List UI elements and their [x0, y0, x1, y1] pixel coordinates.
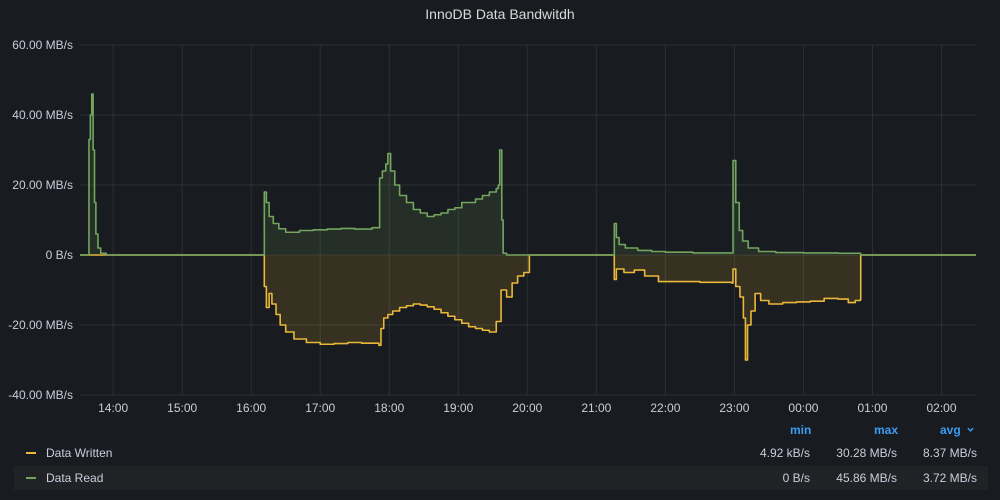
- legend-avg-value: 3.72 MB/s: [922, 471, 977, 485]
- legend-avg-header[interactable]: avg: [940, 423, 974, 437]
- x-tick-label: 23:00: [719, 401, 749, 415]
- x-tick-label: 02:00: [926, 401, 956, 415]
- x-tick-label: 19:00: [443, 401, 473, 415]
- x-tick-label: 20:00: [512, 401, 542, 415]
- x-tick-label: 21:00: [581, 401, 611, 415]
- bandwidth-chart[interactable]: 60.00 MB/s 40.00 MB/s 20.00 MB/s 0 B/s -20.0…: [0, 0, 1000, 420]
- legend-row-data-read[interactable]: Data Read 0 B/s 45.86 MB/s 3.72 MB/s: [14, 466, 988, 490]
- x-tick-label: 16:00: [236, 401, 266, 415]
- data-read-swatch: [26, 477, 36, 479]
- x-tick-label: 22:00: [650, 401, 680, 415]
- x-tick-label: 00:00: [788, 401, 818, 415]
- legend-max-value: 30.28 MB/s: [836, 446, 897, 460]
- data-read-line[interactable]: [80, 93, 976, 256]
- data-read-area: [80, 94, 976, 255]
- legend-header: min max avg: [0, 423, 1000, 439]
- x-tick-label: 14:00: [98, 401, 128, 415]
- data-written-swatch: [26, 452, 36, 454]
- legend-min-value: 0 B/s: [782, 471, 810, 485]
- legend-series-name[interactable]: Data Written: [46, 441, 112, 465]
- legend-series-name[interactable]: Data Read: [46, 466, 103, 490]
- chevron-down-icon: [967, 427, 974, 432]
- legend-min-value: 4.92 kB/s: [759, 446, 810, 460]
- legend-row-data-written[interactable]: Data Written 4.92 kB/s 30.28 MB/s 8.37 M…: [14, 441, 988, 465]
- y-tick-label: 0 B/s: [46, 248, 73, 262]
- legend-avg-label: avg: [940, 423, 961, 437]
- y-tick-label: -40.00 MB/s: [8, 388, 73, 402]
- legend-avg-value: 8.37 MB/s: [922, 446, 977, 460]
- legend-max-value: 45.86 MB/s: [836, 471, 897, 485]
- legend-max-header[interactable]: max: [874, 423, 898, 437]
- x-tick-label: 17:00: [305, 401, 335, 415]
- data-written-area: [80, 255, 976, 360]
- x-tick-label: 01:00: [857, 401, 887, 415]
- y-tick-label: 60.00 MB/s: [12, 38, 73, 52]
- y-tick-label: 20.00 MB/s: [12, 178, 73, 192]
- y-tick-label: -20.00 MB/s: [8, 318, 73, 332]
- legend-min-header[interactable]: min: [790, 423, 811, 437]
- x-tick-label: 15:00: [167, 401, 197, 415]
- x-tick-label: 18:00: [374, 401, 404, 415]
- y-tick-label: 40.00 MB/s: [12, 108, 73, 122]
